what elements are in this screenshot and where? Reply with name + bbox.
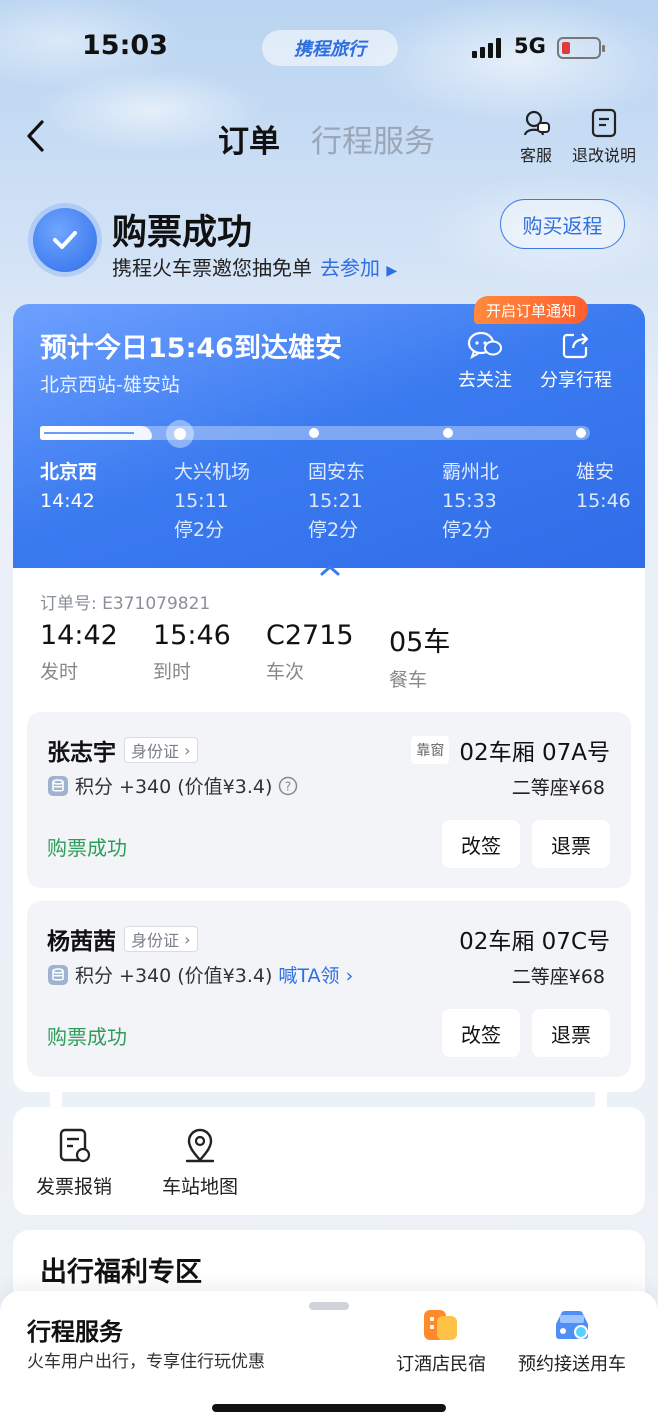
help-icon[interactable]: ?	[278, 776, 298, 796]
seat-info: 靠窗 02车厢 07A号	[411, 733, 610, 767]
hotel-service[interactable]: 订酒店民宿	[396, 1306, 486, 1376]
sheet-title: 行程服务	[27, 1318, 123, 1346]
arrival-title: 预计今日15:46到达雄安	[40, 333, 342, 364]
order-number: 订单号: E371079821	[40, 594, 211, 614]
share-label: 分享行程	[540, 370, 612, 391]
invoice-icon	[59, 1128, 91, 1163]
refund-ticket-button[interactable]: 退票	[532, 820, 610, 868]
back-button[interactable]	[22, 118, 52, 154]
share-icon	[562, 333, 589, 359]
seat-number: 02车厢 07C号	[459, 929, 610, 955]
sheet-grabber[interactable]	[309, 1302, 349, 1310]
chevron-left-icon	[27, 120, 44, 152]
battery-icon	[557, 37, 605, 59]
wechat-icon	[467, 331, 502, 360]
customer-service-label: 客服	[519, 146, 552, 165]
tab-trip-service[interactable]: 行程服务	[311, 116, 435, 161]
status-time: 15:03	[82, 30, 168, 61]
station-item: 大兴机场 15:11 停2分	[174, 461, 251, 541]
seat-price: 二等座¥68	[511, 777, 605, 799]
success-check-icon	[33, 208, 97, 272]
refund-rules-label: 退改说明	[571, 146, 636, 165]
coin-stack-icon	[48, 775, 68, 796]
chevron-right-icon: ›	[345, 965, 354, 987]
sheet-subtitle: 火车用户出行，专享住行玩优惠	[27, 1352, 265, 1372]
promo-join-link[interactable]: 去参加 ▶	[320, 252, 397, 281]
station-item: 固安东 15:21 停2分	[308, 461, 366, 541]
welfare-title: 出行福利专区	[40, 1257, 202, 1288]
chevron-right-icon: ›	[184, 929, 191, 949]
car-label: 预约接送用车	[518, 1354, 626, 1375]
hotel-icon	[424, 1310, 457, 1340]
svg-text:?: ?	[285, 779, 291, 793]
seat-number: 02车厢 07A号	[459, 740, 610, 766]
train-number: C2715 车次	[266, 620, 354, 683]
invoice-tool[interactable]: 发票报销	[36, 1128, 112, 1199]
station-item: 霸州北 15:33 停2分	[442, 461, 500, 541]
hotel-label: 订酒店民宿	[396, 1354, 486, 1375]
station-item: 雄安 15:46	[576, 461, 631, 512]
station-map-label: 车站地图	[162, 1176, 239, 1198]
car-service[interactable]: 预约接送用车	[518, 1306, 626, 1376]
passenger-name: 张志宇	[47, 740, 116, 766]
headset-icon	[523, 110, 550, 136]
brand-logo: 携程旅行	[262, 30, 398, 66]
passenger-name: 杨茜茜	[47, 929, 116, 955]
success-title: 购票成功	[112, 213, 253, 253]
current-station-dot	[166, 420, 194, 448]
collapse-caret-icon[interactable]	[316, 562, 344, 578]
chevron-right-icon: ›	[184, 740, 191, 760]
success-subtitle: 携程火车票邀您抽免单 去参加 ▶	[112, 252, 397, 281]
map-pin-icon	[185, 1128, 215, 1163]
change-ticket-button[interactable]: 改签	[442, 1009, 520, 1057]
signal-icon	[472, 38, 501, 58]
arrival-time: 15:46 到时	[153, 620, 231, 683]
refund-ticket-button[interactable]: 退票	[532, 1009, 610, 1057]
route-text: 北京西站-雄安站	[40, 374, 180, 396]
points-text: 积分 +340 (价值¥3.4)	[75, 776, 273, 798]
points-row: 积分 +340 (价值¥3.4) 喊TA领 ›	[47, 961, 353, 988]
id-type-tag[interactable]: 身份证 ›	[124, 926, 198, 952]
points-row: 积分 +340 (价值¥3.4) ?	[47, 772, 298, 799]
seat-price: 二等座¥68	[511, 966, 605, 988]
refund-rules-button[interactable]: 退改说明	[568, 108, 640, 166]
change-ticket-button[interactable]: 改签	[442, 820, 520, 868]
coin-stack-icon	[48, 964, 68, 985]
tab-order[interactable]: 订单	[218, 116, 280, 161]
passenger-status: 购票成功	[47, 836, 127, 860]
dining-car: 05车 餐车	[389, 627, 451, 691]
window-seat-tag: 靠窗	[411, 736, 450, 764]
passenger-status: 购票成功	[47, 1025, 127, 1049]
share-trip-button[interactable]: 分享行程	[532, 330, 620, 392]
home-indicator	[212, 1404, 446, 1412]
passenger-header: 张志宇 身份证 ›	[47, 733, 198, 767]
station-item: 北京西 14:42	[40, 461, 98, 512]
follow-button[interactable]: 去关注	[450, 330, 520, 392]
station-dot	[443, 428, 453, 438]
network-label: 5G	[514, 34, 546, 58]
play-icon: ▶	[386, 263, 398, 279]
departure-time: 14:42 发时	[40, 620, 118, 683]
follow-label: 去关注	[458, 370, 512, 391]
invoice-label: 发票报销	[36, 1176, 113, 1198]
station-dot	[576, 428, 586, 438]
order-notice-badge[interactable]: 开启订单通知	[474, 296, 589, 324]
promo-text: 携程火车票邀您抽免单	[112, 256, 312, 280]
points-text: 积分 +340 (价值¥3.4)	[75, 965, 273, 987]
train-stripe	[44, 432, 134, 434]
invite-claim-link[interactable]: 喊TA领 ›	[278, 961, 353, 988]
buy-return-button[interactable]: 购买返程	[500, 199, 625, 249]
seat-info: 02车厢 07C号	[459, 922, 610, 956]
car-icon	[556, 1310, 588, 1339]
id-type-tag[interactable]: 身份证 ›	[124, 737, 198, 763]
passenger-header: 杨茜茜 身份证 ›	[47, 922, 198, 956]
customer-service-button[interactable]: 客服	[514, 108, 558, 166]
station-dot	[309, 428, 319, 438]
station-map-tool[interactable]: 车站地图	[162, 1128, 238, 1199]
document-icon	[591, 108, 617, 138]
